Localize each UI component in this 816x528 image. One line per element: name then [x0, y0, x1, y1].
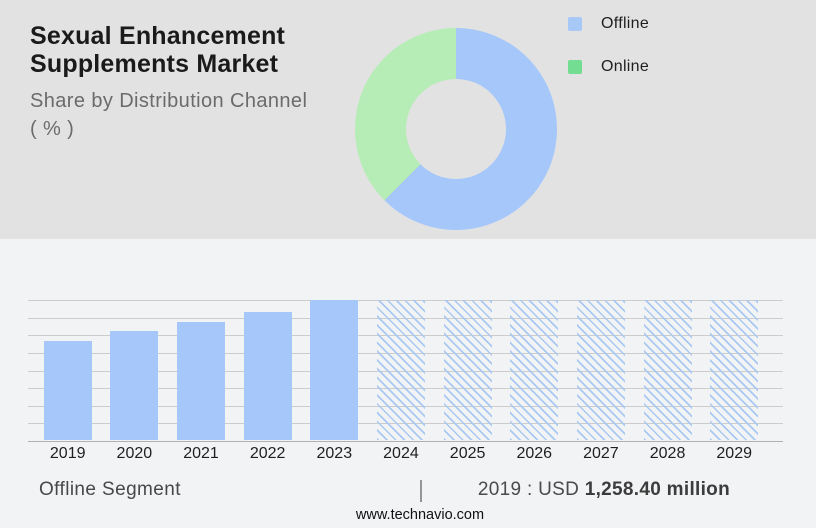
- bar-2023: [310, 300, 358, 440]
- segment-caption: Offline Segment: [39, 479, 181, 501]
- legend-item-offline: Offline: [568, 16, 649, 32]
- bar-2021: [177, 322, 225, 440]
- page-title-line-1: Sexual Enhancement: [30, 22, 307, 50]
- market-value-prefix: 2019 : USD: [478, 479, 585, 500]
- bar-2020: [110, 331, 158, 440]
- legend-item-online: Online: [568, 59, 649, 75]
- market-value-caption: 2019 : USD 1,258.40 million: [478, 479, 730, 501]
- bar-2029-forecast: [710, 300, 758, 440]
- caption-divider: |: [418, 476, 424, 503]
- bar-2027-forecast: [577, 300, 625, 440]
- bar-2022: [244, 312, 292, 440]
- offline-swatch-icon: [568, 17, 582, 31]
- page-subtitle-line-1: Share by Distribution Channel: [30, 88, 307, 114]
- x-axis-label-2022: 2022: [235, 445, 301, 463]
- caption-row: Offline Segment | 2019 : USD 1,258.40 mi…: [0, 479, 816, 505]
- bar-2026-forecast: [510, 300, 558, 440]
- forecast-section: 2019202020212022202320242025202620272028…: [0, 239, 816, 528]
- bar-2024-forecast: [377, 300, 425, 440]
- x-axis-line: [28, 441, 783, 442]
- bar-2019: [44, 341, 92, 440]
- x-axis-label-2019: 2019: [35, 445, 101, 463]
- bar-2025-forecast: [444, 300, 492, 440]
- website-link: www.technavio.com: [356, 507, 484, 523]
- x-axis-label-2027: 2027: [568, 445, 634, 463]
- page-title-line-2: Supplements Market: [30, 50, 307, 78]
- x-axis-label-2029: 2029: [701, 445, 767, 463]
- x-axis-label-2028: 2028: [635, 445, 701, 463]
- legend-label-offline: Offline: [601, 15, 649, 33]
- bar-chart: 2019202020212022202320242025202620272028…: [28, 300, 783, 441]
- infographic-poster: Sexual Enhancement Supplements Market Sh…: [0, 0, 816, 528]
- x-axis-label-2026: 2026: [501, 445, 567, 463]
- x-axis-label-2024: 2024: [368, 445, 434, 463]
- page-subtitle-line-2: ( % ): [30, 116, 307, 142]
- x-axis-label-2025: 2025: [435, 445, 501, 463]
- title-block: Sexual Enhancement Supplements Market Sh…: [30, 22, 307, 142]
- x-axis-label-2020: 2020: [101, 445, 167, 463]
- header-section: Sexual Enhancement Supplements Market Sh…: [0, 0, 816, 239]
- online-swatch-icon: [568, 60, 582, 74]
- x-axis-label-2023: 2023: [301, 445, 367, 463]
- donut-chart-hole: [406, 79, 506, 179]
- bar-2028-forecast: [644, 300, 692, 440]
- legend-label-online: Online: [601, 58, 649, 76]
- donut-chart: [355, 28, 557, 230]
- chart-legend: Offline Online: [568, 16, 649, 102]
- market-value-amount: 1,258.40 million: [585, 479, 730, 500]
- x-axis-label-2021: 2021: [168, 445, 234, 463]
